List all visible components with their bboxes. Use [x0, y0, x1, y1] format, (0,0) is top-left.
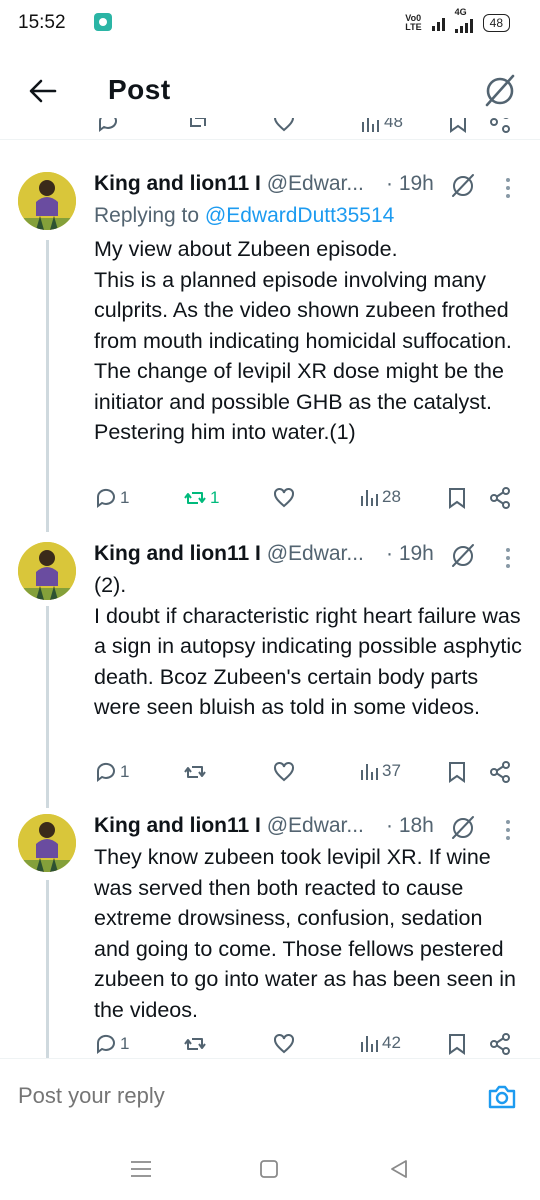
views-icon — [361, 490, 378, 506]
divider — [0, 139, 540, 140]
post-text: My view about Zubeen episode. This is a … — [94, 237, 512, 444]
post-text: They know zubeen took levipil XR. If win… — [94, 845, 516, 1022]
reply-button[interactable]: 1 — [94, 760, 129, 784]
avatar[interactable] — [18, 172, 76, 230]
reply-input[interactable] — [18, 1083, 458, 1109]
reply-composer — [0, 1058, 540, 1139]
share-icon[interactable] — [488, 760, 512, 784]
author-handle[interactable]: @Edwar... — [267, 172, 364, 195]
camera-icon[interactable] — [486, 1081, 518, 1113]
grok-icon[interactable] — [482, 72, 518, 108]
post-actions: 1 37 — [0, 760, 540, 790]
repost-button[interactable] — [182, 760, 210, 784]
network-4g-icon: 4G — [454, 7, 473, 33]
reply-icon[interactable] — [96, 118, 120, 134]
views-button[interactable]: 42 — [358, 1032, 401, 1054]
post-actions: 1 1 28 — [0, 486, 540, 516]
system-navigation-bar — [0, 1138, 540, 1200]
bookmark-icon[interactable] — [446, 1032, 468, 1056]
avatar[interactable] — [18, 814, 76, 872]
author-handle[interactable]: @Edwar... — [267, 542, 364, 565]
repost-button[interactable]: 1 — [182, 486, 219, 510]
repost-button[interactable] — [182, 1032, 210, 1056]
like-icon[interactable] — [272, 118, 296, 134]
battery-indicator: 48 — [482, 14, 510, 32]
views-button[interactable]: 28 — [358, 486, 401, 508]
views-icon — [361, 1036, 378, 1052]
app-notification-icon — [94, 13, 112, 31]
post-time[interactable]: · 19h — [386, 542, 434, 566]
reply-button[interactable]: 1 — [94, 1032, 129, 1056]
replying-to: Replying to @EdwardDutt35514 — [94, 204, 395, 227]
repost-icon — [184, 766, 206, 778]
post-time[interactable]: · 18h — [386, 814, 434, 838]
replying-to-handle[interactable]: @EdwardDutt35514 — [205, 204, 394, 227]
like-icon — [274, 761, 294, 782]
author-handle[interactable]: @Edwar... — [267, 814, 364, 837]
repost-icon[interactable] — [186, 118, 210, 134]
repost-icon — [184, 492, 206, 504]
like-button[interactable] — [272, 486, 298, 510]
post-time[interactable]: · 19h — [386, 172, 434, 196]
post-text: (2). I doubt if characteristic right hea… — [94, 573, 522, 719]
like-icon — [274, 487, 294, 508]
author-name[interactable]: King and lion11 I — [94, 172, 261, 195]
signal-icon — [431, 15, 445, 31]
grok-icon[interactable] — [450, 542, 476, 568]
more-options-icon[interactable] — [504, 818, 512, 842]
header: Post — [0, 58, 540, 124]
more-options-icon[interactable] — [504, 546, 512, 570]
status-bar: 15:52 Vo0 LTE 4G 48 — [0, 0, 540, 46]
back-icon[interactable] — [386, 1156, 412, 1182]
views-button[interactable]: 37 — [358, 760, 401, 782]
views-icon — [361, 764, 378, 780]
volte-icon: Vo0 LTE — [405, 13, 422, 32]
more-options-icon[interactable] — [504, 176, 512, 200]
bookmark-icon[interactable] — [446, 118, 470, 134]
views-count[interactable]: 48 — [360, 118, 403, 134]
author-name[interactable]: King and lion11 I — [94, 542, 261, 565]
author-name[interactable]: King and lion11 I — [94, 814, 261, 837]
repost-icon — [184, 1038, 206, 1050]
like-button[interactable] — [272, 1032, 298, 1056]
grok-icon[interactable] — [450, 172, 476, 198]
status-indicators: Vo0 LTE 4G 48 — [405, 7, 510, 33]
reply-icon — [96, 488, 115, 508]
like-button[interactable] — [272, 760, 298, 784]
like-icon — [274, 1033, 294, 1054]
page-title: Post — [108, 74, 171, 105]
avatar[interactable] — [18, 542, 76, 600]
reply-icon — [96, 1034, 115, 1054]
menu-icon[interactable] — [128, 1156, 154, 1182]
previous-post-actions: 48 — [0, 118, 540, 138]
home-icon[interactable] — [256, 1156, 282, 1182]
share-icon[interactable] — [488, 1032, 512, 1056]
share-icon[interactable] — [488, 118, 512, 134]
grok-icon[interactable] — [450, 814, 476, 840]
reply-icon — [96, 762, 115, 782]
bookmark-icon[interactable] — [446, 486, 468, 510]
share-icon[interactable] — [488, 486, 512, 510]
reply-button[interactable]: 1 — [94, 486, 129, 510]
status-time: 15:52 — [18, 12, 66, 33]
back-arrow-icon[interactable] — [28, 76, 58, 106]
bookmark-icon[interactable] — [446, 760, 468, 784]
